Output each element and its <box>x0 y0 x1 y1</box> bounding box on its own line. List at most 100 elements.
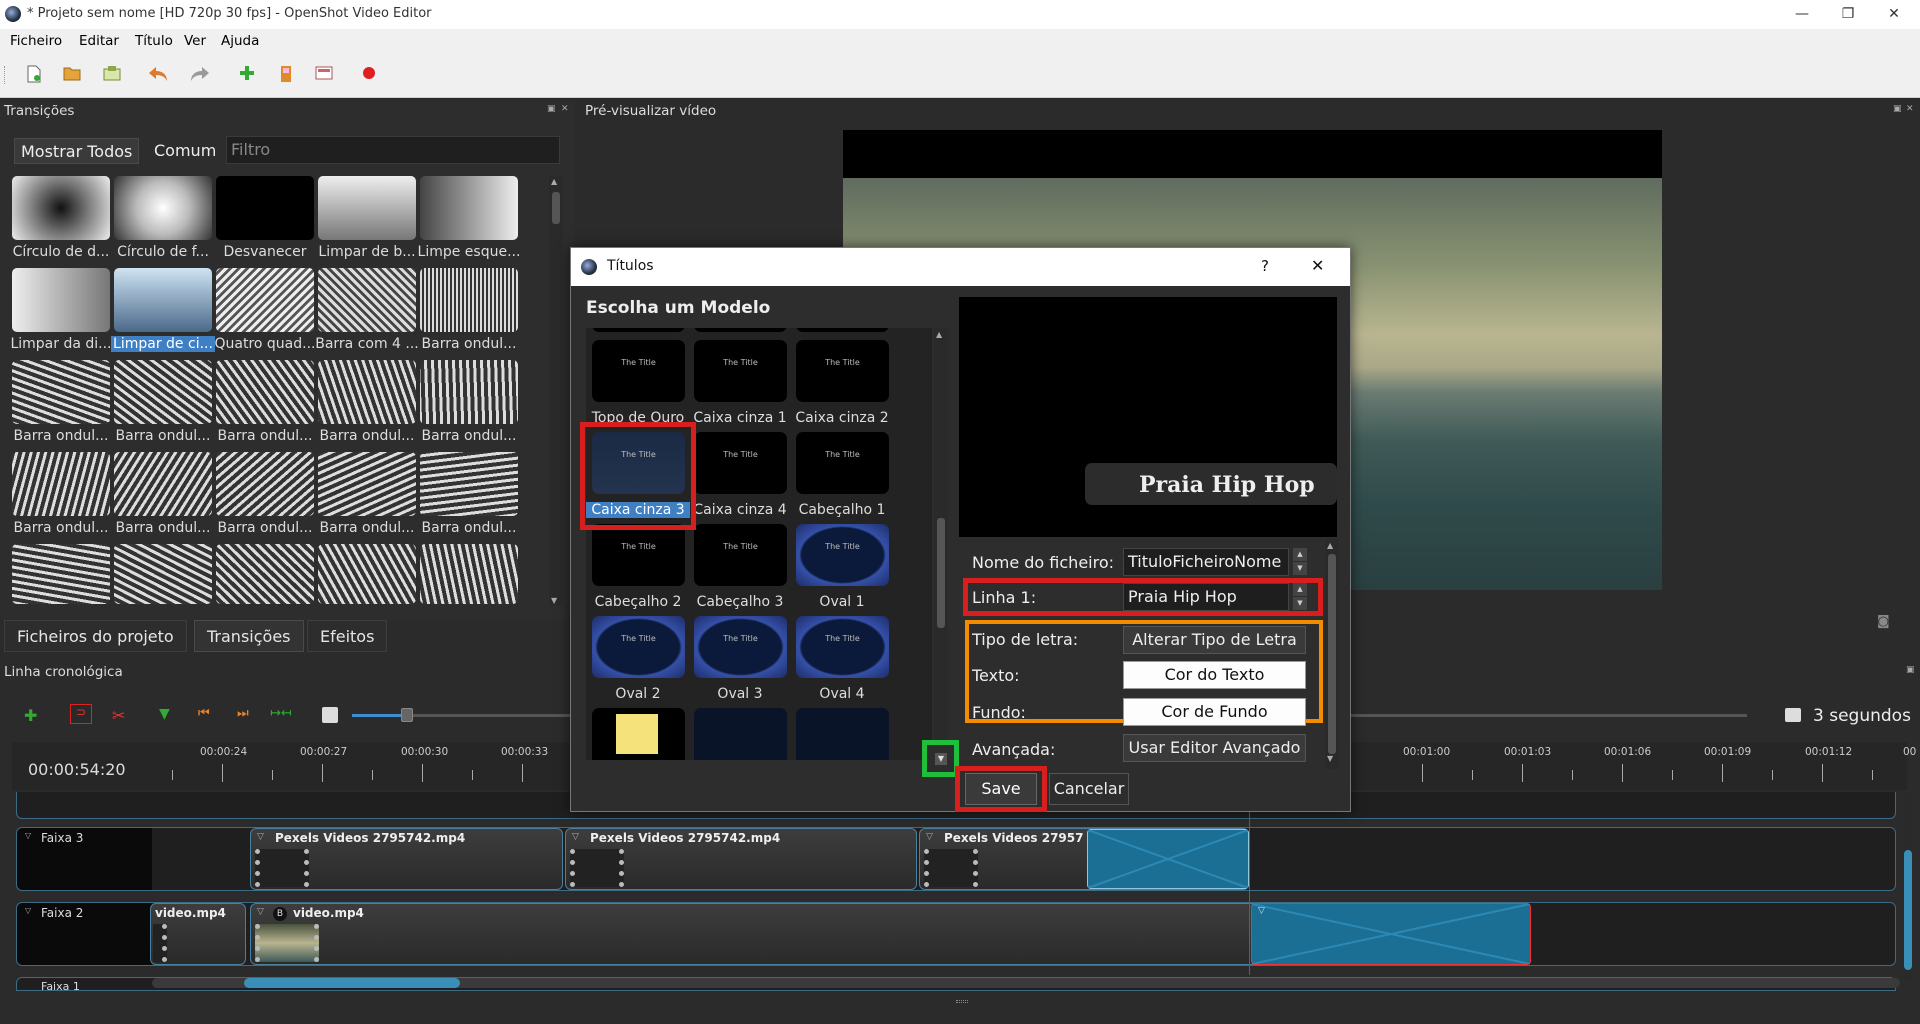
form-scroll-up-icon[interactable]: ▲ <box>1327 541 1333 550</box>
transition-thumbnail[interactable] <box>318 360 416 424</box>
spin-down-icon[interactable]: ▼ <box>1293 597 1307 610</box>
transition-thumbnail[interactable] <box>318 268 416 332</box>
video-clip[interactable]: ▽ Pexels Videos 2795742.mp4 <box>565 828 917 890</box>
track-collapse-icon[interactable]: ▽ <box>25 906 31 915</box>
dock-close-icon[interactable]: ✕ <box>561 104 569 114</box>
transition-thumbnail[interactable] <box>318 176 416 240</box>
track-collapse-icon[interactable]: ▽ <box>25 831 31 840</box>
transition-thumbnail[interactable] <box>420 360 518 424</box>
help-button[interactable]: ? <box>1261 257 1269 275</box>
close-button[interactable]: ✕ <box>1871 0 1917 29</box>
spin-down-icon[interactable]: ▼ <box>1293 562 1307 575</box>
background-color-button[interactable]: Cor de Fundo <box>1123 698 1306 726</box>
fullscreen-icon[interactable] <box>314 65 334 85</box>
dock-float-icon[interactable]: ▣ <box>547 104 556 114</box>
tab-transitions[interactable]: Transições <box>194 620 304 652</box>
title-template-thumbnail[interactable] <box>694 340 787 402</box>
title-template-thumbnail[interactable] <box>694 328 787 332</box>
tab-common[interactable]: Comum <box>148 138 222 164</box>
templates-scroll-thumb[interactable] <box>937 518 945 628</box>
transition-thumbnail[interactable] <box>114 544 212 604</box>
transition-thumbnail[interactable] <box>114 176 212 240</box>
menu-ficheiro[interactable]: Ficheiro <box>10 33 62 49</box>
clip-menu-icon[interactable]: ▽ <box>572 832 579 842</box>
timeline-vertical-scroll-thumb[interactable] <box>1904 850 1912 970</box>
save-project-icon[interactable] <box>102 65 122 85</box>
title-template-thumbnail[interactable] <box>694 524 787 586</box>
spin-up-icon[interactable]: ▲ <box>1293 583 1307 596</box>
resize-grip[interactable] <box>956 1000 968 1003</box>
transition-thumbnail[interactable] <box>12 452 110 516</box>
transition-thumbnail[interactable] <box>420 268 518 332</box>
timeline-horizontal-scroll-thumb[interactable] <box>244 978 460 988</box>
transition-clip[interactable] <box>1087 829 1249 889</box>
transition-thumbnail[interactable] <box>216 176 314 240</box>
razor-scissors-icon[interactable]: ✂ <box>112 706 125 725</box>
transition-thumbnail[interactable] <box>420 452 518 516</box>
transition-thumbnail[interactable] <box>216 360 314 424</box>
transition-thumbnail[interactable] <box>216 544 314 604</box>
form-scroll-down-icon[interactable]: ▼ <box>1327 754 1333 763</box>
transition-thumbnail[interactable] <box>12 544 110 604</box>
title-template-thumbnail[interactable] <box>592 524 685 586</box>
transition-thumbnail[interactable] <box>216 268 314 332</box>
transition-thumbnail[interactable] <box>114 452 212 516</box>
clip-menu-icon[interactable]: ▽ <box>257 832 264 842</box>
snapshot-camera-icon[interactable]: ◙ <box>1877 614 1890 629</box>
video-clip[interactable]: ▽ Pexels Videos 2795742.mp4 <box>250 828 563 890</box>
preview-dock-close-icon[interactable]: ✕ <box>1906 104 1914 114</box>
filter-input[interactable]: Filtro <box>226 136 560 164</box>
transition-thumbnail[interactable] <box>12 360 110 424</box>
tab-project-files[interactable]: Ficheiros do projeto <box>4 620 187 652</box>
title-template-thumbnail[interactable] <box>592 340 685 402</box>
preview-dock-float-icon[interactable]: ▣ <box>1893 104 1902 114</box>
transition-thumbnail[interactable] <box>12 176 110 240</box>
zoom-fit-icon[interactable] <box>322 707 338 723</box>
add-marker-icon[interactable]: ▼ <box>159 706 170 722</box>
transition-thumbnail[interactable] <box>318 452 416 516</box>
save-button[interactable]: Save <box>965 773 1037 805</box>
export-icon[interactable] <box>359 65 379 85</box>
center-on-playhead-icon[interactable]: ↦↤ <box>270 706 292 721</box>
menu-ajuda[interactable]: Ajuda <box>221 33 259 49</box>
text-color-button[interactable]: Cor do Texto <box>1123 661 1306 689</box>
spin-up-icon[interactable]: ▲ <box>1293 548 1307 561</box>
dialog-close-button[interactable]: ✕ <box>1311 256 1324 275</box>
transition-thumbnail[interactable] <box>318 544 416 604</box>
title-template-thumbnail[interactable] <box>796 708 889 760</box>
undo-icon[interactable] <box>147 65 167 85</box>
restore-button[interactable]: ❐ <box>1825 0 1871 29</box>
clip-menu-icon[interactable]: ▽ <box>257 907 264 917</box>
transition-thumbnail[interactable] <box>114 268 212 332</box>
snap-magnet-icon[interactable]: ⊃ <box>70 704 92 724</box>
title-template-thumbnail[interactable] <box>796 616 889 678</box>
transition-thumbnail[interactable] <box>420 176 518 240</box>
title-template-thumbnail[interactable] <box>796 340 889 402</box>
transition-thumbnail[interactable] <box>420 544 518 604</box>
tab-effects[interactable]: Efeitos <box>307 620 388 652</box>
previous-marker-icon[interactable]: ⏮ <box>198 706 210 721</box>
title-template-thumbnail[interactable] <box>592 328 685 332</box>
scroll-up-arrow-icon[interactable]: ▲ <box>551 177 557 186</box>
title-template-thumbnail[interactable] <box>796 524 889 586</box>
cancel-button[interactable]: Cancelar <box>1049 773 1129 805</box>
title-template-thumbnail[interactable] <box>592 616 685 678</box>
tab-show-all[interactable]: Mostrar Todos <box>14 138 140 164</box>
import-files-icon[interactable] <box>237 65 257 85</box>
next-marker-icon[interactable]: ⏭ <box>237 706 249 721</box>
transitions-scrollbar[interactable] <box>549 176 563 606</box>
add-track-icon[interactable]: ✚ <box>24 706 37 725</box>
menu-ver[interactable]: Ver <box>184 33 206 49</box>
transition-thumbnail[interactable] <box>114 360 212 424</box>
line1-input[interactable]: Praia Hip Hop <box>1123 583 1289 611</box>
title-template-thumbnail[interactable] <box>694 432 787 494</box>
menu-titulo[interactable]: Título <box>135 33 173 49</box>
transition-thumbnail[interactable] <box>216 452 314 516</box>
zoom-slider-handle[interactable] <box>401 708 413 722</box>
title-template-thumbnail[interactable] <box>694 616 787 678</box>
scroll-down-arrow-icon[interactable]: ▼ <box>551 596 557 605</box>
advanced-editor-button[interactable]: Usar Editor Avançado <box>1123 734 1306 762</box>
timeline-dock-float-icon[interactable]: ▣ <box>1906 665 1915 675</box>
transition-clip[interactable]: ▽ <box>1251 903 1531 965</box>
open-project-icon[interactable] <box>62 65 82 85</box>
